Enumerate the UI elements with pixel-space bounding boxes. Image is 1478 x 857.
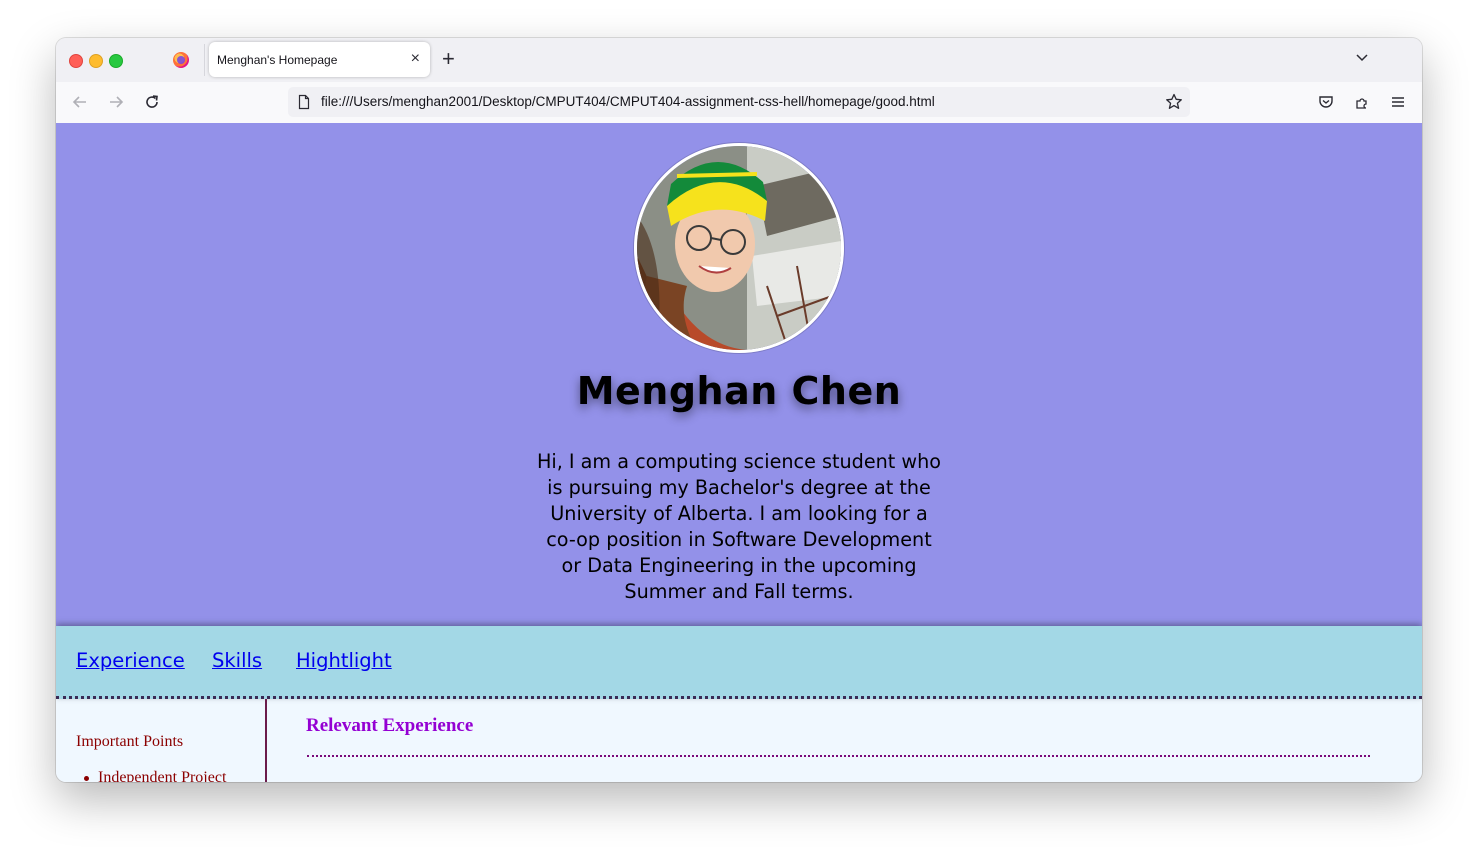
firefox-icon <box>173 52 189 68</box>
profile-bio: Hi, I am a computing science student who… <box>536 450 942 603</box>
nav-link-skills[interactable]: Skills <box>212 649 262 672</box>
forward-arrow-icon[interactable] <box>106 92 126 112</box>
profile-name: Menghan Chen <box>576 369 902 413</box>
bookmark-star-icon[interactable] <box>1164 92 1184 112</box>
main-divider <box>307 755 1370 757</box>
url-bar[interactable]: file:///Users/menghan2001/Desktop/CMPUT4… <box>288 87 1190 117</box>
minimize-window-button[interactable] <box>89 54 103 68</box>
tab-strip: Menghan's Homepage × + <box>56 38 1422 82</box>
tab-list-chevron-icon[interactable] <box>1355 50 1369 64</box>
nav-link-experience[interactable]: Experience <box>76 649 185 672</box>
close-window-button[interactable] <box>69 54 83 68</box>
tab-separator <box>204 44 205 76</box>
hero-section: Menghan Chen Hi, I am a computing scienc… <box>56 123 1422 626</box>
main-heading: Relevant Experience <box>306 715 474 736</box>
sidebar: Important Points Independent Project <box>56 699 267 782</box>
zoom-window-button[interactable] <box>109 54 123 68</box>
sidebar-title: Important Points <box>76 733 184 750</box>
extensions-icon[interactable] <box>1352 92 1372 112</box>
web-page: Menghan Chen Hi, I am a computing scienc… <box>56 123 1422 782</box>
tab-close-icon[interactable]: × <box>411 50 420 68</box>
profile-photo <box>634 143 844 353</box>
page-icon <box>298 94 310 110</box>
navigation-toolbar: file:///Users/menghan2001/Desktop/CMPUT4… <box>56 82 1422 124</box>
new-tab-button[interactable]: + <box>442 48 455 70</box>
url-text: file:///Users/menghan2001/Desktop/CMPUT4… <box>321 94 935 109</box>
sidebar-item-independent-project[interactable]: Independent Project <box>83 769 226 782</box>
nav-link-highlight[interactable]: Hightlight <box>296 649 392 672</box>
menu-icon[interactable] <box>1388 92 1408 112</box>
reload-icon[interactable] <box>142 92 162 112</box>
back-arrow-icon[interactable] <box>70 92 90 112</box>
pocket-icon[interactable] <box>1316 92 1336 112</box>
browser-window: Menghan's Homepage × + file:///Users/men… <box>56 38 1422 782</box>
tab-menghans-homepage[interactable]: Menghan's Homepage × <box>209 42 430 77</box>
tab-title: Menghan's Homepage <box>217 53 338 67</box>
section-nav: Experience Skills Hightlight <box>56 626 1422 699</box>
